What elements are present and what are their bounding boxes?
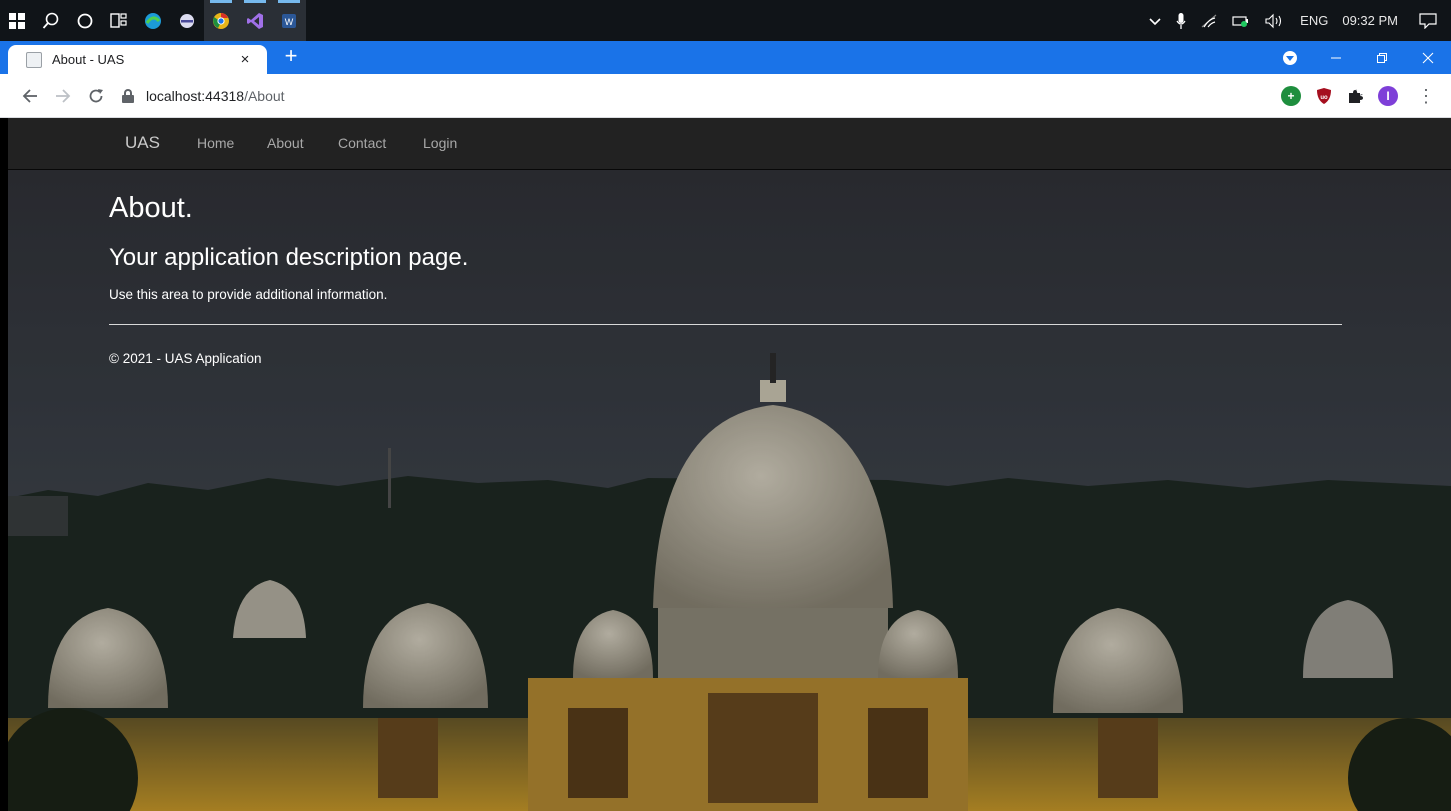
reload-icon[interactable]: [84, 84, 108, 108]
background-palace-photo: [8, 118, 1451, 811]
nav-link-login[interactable]: Login: [423, 135, 457, 151]
nav-link-contact[interactable]: Contact: [338, 135, 386, 151]
ublock-shield-icon[interactable]: uo: [1314, 86, 1334, 106]
url-host: localhost:44318: [146, 88, 245, 104]
puzzle-extensions-icon[interactable]: [1345, 86, 1365, 106]
back-icon[interactable]: [18, 84, 42, 108]
tab-close-icon[interactable]: ×: [235, 50, 255, 70]
volume-icon[interactable]: [1257, 0, 1293, 41]
chevron-up-icon[interactable]: [1141, 0, 1169, 41]
page-favicon-icon: [26, 51, 42, 68]
chrome-icon[interactable]: [204, 0, 238, 41]
forward-icon[interactable]: [51, 84, 75, 108]
browser-tab[interactable]: About - UAS ×: [8, 45, 267, 74]
clock[interactable]: 09:32 PM: [1335, 0, 1405, 41]
edge-icon[interactable]: [136, 0, 170, 41]
minimize-icon[interactable]: [1313, 41, 1359, 74]
page-title: About.: [109, 192, 193, 224]
profile-avatar-icon[interactable]: I: [1378, 86, 1398, 106]
chrome-menu-icon[interactable]: ⋮: [1416, 84, 1436, 108]
url-path: /About: [244, 88, 285, 104]
search-icon[interactable]: [34, 0, 68, 41]
word-icon[interactable]: W: [272, 0, 306, 41]
language-indicator[interactable]: ENG: [1293, 0, 1335, 41]
svg-text:uo: uo: [1320, 95, 1328, 101]
close-window-icon[interactable]: [1405, 41, 1451, 74]
site-navbar: UAS Home About Contact Login: [8, 118, 1451, 170]
microphone-icon[interactable]: [1169, 0, 1193, 41]
cortana-icon[interactable]: [68, 0, 102, 41]
page-paragraph: Use this area to provide additional info…: [109, 287, 388, 302]
new-tab-button[interactable]: +: [279, 45, 303, 69]
lock-icon[interactable]: [120, 88, 136, 104]
nav-link-about[interactable]: About: [267, 135, 304, 151]
visual-studio-icon[interactable]: [238, 0, 272, 41]
browser-tab-strip: About - UAS × +: [0, 41, 1451, 74]
notification-icon[interactable]: [1405, 0, 1451, 41]
app-icon[interactable]: [170, 0, 204, 41]
windows-start-icon[interactable]: [0, 0, 34, 41]
site-brand[interactable]: UAS: [125, 133, 160, 153]
nav-link-home[interactable]: Home: [197, 135, 234, 151]
tab-search-icon[interactable]: [1267, 41, 1313, 74]
footer-divider: [109, 324, 1342, 325]
restore-icon[interactable]: [1359, 41, 1405, 74]
address-bar[interactable]: localhost:44318/About ☆: [114, 81, 1364, 111]
task-view-icon[interactable]: [102, 0, 136, 41]
battery-icon[interactable]: [1225, 0, 1257, 41]
green-plus-extension-icon[interactable]: +: [1281, 86, 1301, 106]
page-viewport: UAS Home About Contact Login About. Your…: [8, 118, 1451, 811]
wifi-icon[interactable]: [1193, 0, 1225, 41]
url-text[interactable]: localhost:44318/About: [146, 88, 285, 104]
browser-toolbar: localhost:44318/About ☆ + uo I ⋮: [0, 74, 1451, 118]
page-subtitle: Your application description page.: [109, 244, 469, 271]
tab-title: About - UAS: [52, 52, 125, 67]
page-footer: © 2021 - UAS Application: [109, 351, 262, 366]
svg-text:W: W: [285, 17, 294, 27]
windows-taskbar: W ENG 09:32 PM: [0, 0, 1451, 41]
